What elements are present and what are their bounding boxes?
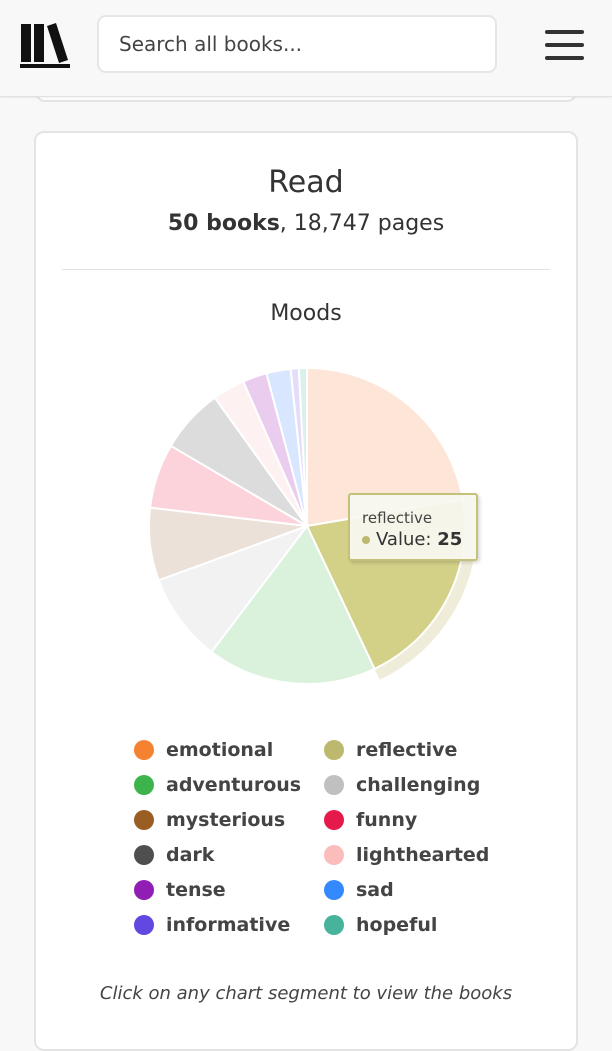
hamburger-menu-icon[interactable] xyxy=(545,30,585,62)
legend-color-dot xyxy=(134,880,154,900)
legend-item-adventurous[interactable]: adventurous xyxy=(134,770,301,800)
legend-item-sad[interactable]: sad xyxy=(324,875,394,905)
tooltip-value: 25 xyxy=(437,529,463,550)
legend-color-dot xyxy=(324,810,344,830)
search-input[interactable] xyxy=(97,15,497,73)
chart-hint: Click on any chart segment to view the b… xyxy=(99,983,513,1004)
legend-label: emotional xyxy=(166,739,274,761)
legend-item-hopeful[interactable]: hopeful xyxy=(324,910,437,940)
tooltip-label: reflective xyxy=(362,509,433,527)
legend-label: mysterious xyxy=(166,809,286,831)
legend-item-tense[interactable]: tense xyxy=(134,875,226,905)
read-stats-card: Read 50 books, 18,747 pages Moods reflec… xyxy=(34,131,578,1051)
tooltip-value-label: Value: xyxy=(376,529,438,550)
legend-label: lighthearted xyxy=(356,844,490,866)
chart-tooltip: reflective Value: 25 xyxy=(348,493,478,561)
legend-label: dark xyxy=(166,844,215,866)
legend-color-dot xyxy=(134,810,154,830)
legend-item-funny[interactable]: funny xyxy=(324,805,417,835)
legend-color-dot xyxy=(134,915,154,935)
legend-color-dot xyxy=(134,740,154,760)
legend-label: adventurous xyxy=(166,774,302,796)
legend-color-dot xyxy=(324,740,344,760)
legend-item-reflective[interactable]: reflective xyxy=(324,735,457,765)
legend-color-dot xyxy=(324,915,344,935)
library-logo-icon[interactable] xyxy=(20,22,72,70)
legend-color-dot xyxy=(134,845,154,865)
legend-label: funny xyxy=(356,809,418,831)
legend-label: challenging xyxy=(356,774,481,796)
legend-color-dot xyxy=(134,775,154,795)
legend-label: tense xyxy=(166,879,226,901)
legend-color-dot xyxy=(324,845,344,865)
legend-item-emotional[interactable]: emotional xyxy=(134,735,273,765)
legend-label: informative xyxy=(166,914,291,936)
legend-color-dot xyxy=(324,880,344,900)
legend-label: reflective xyxy=(356,739,458,761)
legend-label: sad xyxy=(356,879,394,901)
legend-item-informative[interactable]: informative xyxy=(134,910,290,940)
legend-item-mysterious[interactable]: mysterious xyxy=(134,805,285,835)
legend-item-dark[interactable]: dark xyxy=(134,840,214,870)
legend-item-lighthearted[interactable]: lighthearted xyxy=(324,840,489,870)
moods-pie-chart[interactable] xyxy=(36,133,576,733)
legend-label: hopeful xyxy=(356,914,438,936)
tooltip-color-dot xyxy=(362,536,370,544)
legend-color-dot xyxy=(324,775,344,795)
top-bar xyxy=(0,0,612,97)
legend-item-challenging[interactable]: challenging xyxy=(324,770,480,800)
